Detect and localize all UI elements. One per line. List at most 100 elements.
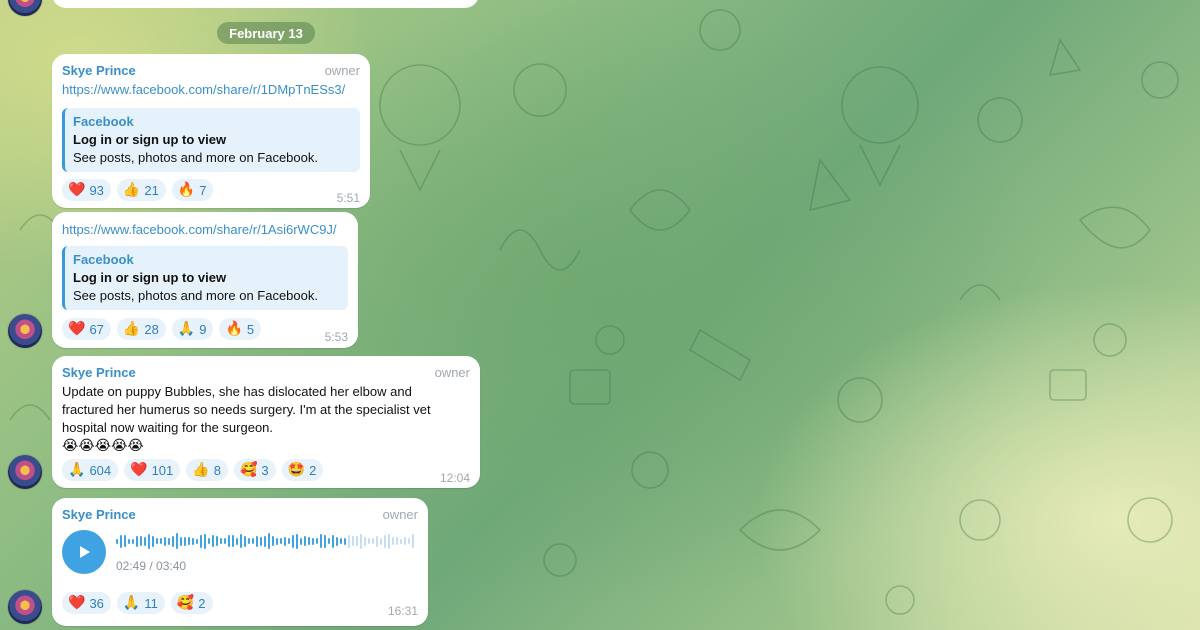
star-struck-icon: 🤩 [287, 462, 306, 478]
waveform-bar [336, 536, 338, 546]
sender-role: owner [324, 63, 360, 78]
waveform-bar [176, 533, 178, 549]
avatar[interactable] [8, 590, 42, 624]
waveform-bar [280, 538, 282, 544]
reactions-bar: ❤️ 67 👍 28 🙏 9 🔥 5 [62, 318, 262, 340]
waveform-bar [284, 536, 286, 546]
waveform-bar [320, 534, 322, 548]
sender-name[interactable]: Skye Prince [62, 507, 136, 522]
link-preview[interactable]: Facebook Log in or sign up to view See p… [62, 108, 360, 172]
fire-icon: 🔥 [177, 182, 196, 198]
sender-name[interactable]: Skye Prince [62, 365, 136, 380]
waveform-bar [208, 538, 210, 544]
play-button[interactable] [62, 530, 106, 574]
waveform-bar [272, 536, 274, 546]
reaction-thumbs-up[interactable]: 👍 8 [186, 459, 228, 481]
link-preview[interactable]: Facebook Log in or sign up to view See p… [62, 246, 348, 310]
waveform-bar [352, 536, 354, 546]
thumbs-up-icon: 👍 [122, 182, 141, 198]
smiling-face-with-hearts-icon: 🥰 [239, 462, 258, 478]
waveform-bar [396, 537, 398, 545]
waveform-bar [292, 534, 294, 548]
waveform-bar [260, 536, 262, 546]
waveform-bar [168, 537, 170, 545]
play-icon [80, 546, 90, 558]
waveform-bar [148, 533, 150, 549]
waveform-bar [244, 535, 246, 547]
reaction-count: 67 [89, 321, 104, 337]
waveform-bar [412, 534, 414, 548]
thumbs-up-icon: 👍 [122, 321, 141, 337]
waveform-bar [316, 538, 318, 544]
reaction-heart[interactable]: ❤️ 101 [124, 459, 181, 481]
message-text-line: Update on puppy Bubbles, she has disloca… [62, 384, 412, 399]
reaction-heart[interactable]: ❤️ 67 [62, 318, 111, 340]
waveform-bar [220, 538, 222, 544]
waveform-bar [120, 534, 122, 548]
waveform-bar [264, 535, 266, 547]
folded-hands-icon: 🙏 [68, 462, 86, 478]
message-bubble[interactable]: Skye Prince owner https://www.facebook.c… [52, 54, 370, 208]
reaction-count: 93 [89, 182, 104, 198]
waveform-bar [160, 538, 162, 544]
message-text-line: hospital now waiting for the surgeon. [62, 420, 274, 435]
waveform-bar [200, 534, 202, 548]
avatar[interactable] [8, 314, 42, 348]
reaction-count: 2 [198, 595, 206, 611]
waveform-bar [248, 538, 250, 544]
waveform-bar [344, 537, 346, 545]
message-bubble[interactable]: Skye Prince owner Update on puppy Bubble… [52, 356, 480, 488]
waveform-bar [288, 538, 290, 544]
waveform-bar [312, 537, 314, 545]
reaction-thumbs-up[interactable]: 👍 21 [116, 179, 166, 201]
fire-icon: 🔥 [225, 321, 243, 337]
reaction-smiling-hearts[interactable]: 🥰 2 [170, 592, 213, 614]
reaction-heart[interactable]: ❤️ 93 [62, 179, 111, 201]
red-heart-icon: ❤️ [68, 321, 86, 337]
preview-site-name: Facebook [73, 114, 134, 129]
thumbs-up-icon: 👍 [192, 462, 210, 478]
message-bubble[interactable]: Skye Prince owner 02:49 / 03:40 ❤️ 36 🙏 11… [52, 498, 428, 626]
waveform-bar [144, 536, 146, 546]
reaction-pray[interactable]: 🙏 11 [116, 592, 165, 614]
waveform-bar [152, 535, 154, 547]
reaction-count: 101 [151, 462, 174, 478]
avatar[interactable] [8, 455, 42, 489]
folded-hands-icon: 🙏 [122, 595, 141, 611]
waveform-bar [324, 534, 326, 548]
message-time: 5:51 [336, 191, 360, 205]
sender-name[interactable]: Skye Prince [62, 63, 136, 78]
folded-hands-icon: 🙏 [177, 321, 196, 337]
preview-description: See posts, photos and more on Facebook. [73, 288, 318, 303]
waveform-bar [360, 533, 362, 549]
waveform-bar [328, 538, 330, 544]
preview-title: Log in or sign up to view [73, 132, 227, 147]
reaction-star-struck[interactable]: 🤩 2 [281, 459, 324, 481]
waveform-bar [236, 537, 238, 545]
message-link[interactable]: https://www.facebook.com/share/r/1DMpTnE… [62, 82, 345, 97]
reaction-smiling-hearts[interactable]: 🥰 3 [233, 459, 276, 481]
reaction-fire[interactable]: 🔥 5 [219, 318, 262, 340]
waveform-bar [252, 538, 254, 544]
waveform-bar [304, 536, 306, 546]
reaction-fire[interactable]: 🔥 7 [171, 179, 214, 201]
sender-role: owner [382, 507, 418, 522]
waveform-bar [128, 538, 130, 544]
waveform-bar [388, 533, 390, 549]
reaction-count: 7 [199, 182, 207, 198]
voice-waveform[interactable] [116, 529, 414, 553]
reaction-pray[interactable]: 🙏 604 [62, 459, 119, 481]
reaction-thumbs-up[interactable]: 👍 28 [116, 318, 166, 340]
message-link[interactable]: https://www.facebook.com/share/r/1Asi6rW… [62, 222, 337, 237]
waveform-bar [308, 537, 310, 545]
message-bubble[interactable]: https://www.facebook.com/share/r/1Asi6rW… [52, 212, 358, 348]
reaction-pray[interactable]: 🙏 9 [171, 318, 214, 340]
reaction-count: 21 [144, 182, 159, 198]
waveform-bar [172, 535, 174, 547]
waveform-bar [368, 538, 370, 544]
reaction-heart[interactable]: ❤️ 36 [62, 592, 111, 614]
waveform-bar [136, 535, 138, 547]
avatar[interactable] [8, 0, 42, 16]
message-time: 5:53 [324, 330, 348, 344]
waveform-bar [132, 538, 134, 544]
